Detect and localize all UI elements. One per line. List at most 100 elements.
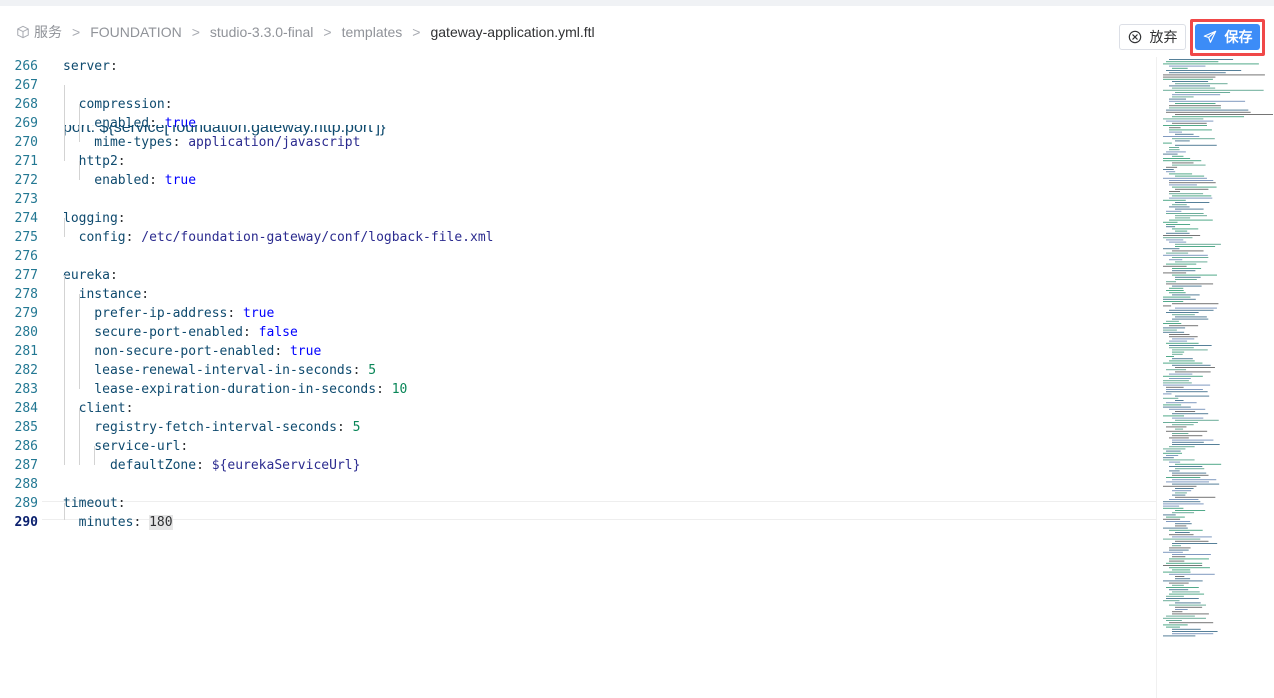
line-number: 287 <box>14 458 38 473</box>
line-number: 278 <box>14 287 38 302</box>
minimap-line <box>1166 481 1209 483</box>
minimap-line <box>1175 279 1197 280</box>
save-button[interactable]: 保存 <box>1195 24 1260 50</box>
minimap-line <box>1166 386 1184 388</box>
minimap-line <box>1172 285 1202 287</box>
line-number: 268 <box>14 97 38 112</box>
line-content: lease-renewal-interval-in-seconds: 5 <box>63 363 377 378</box>
minimap-line <box>1163 551 1183 553</box>
line-number: 266 <box>14 59 38 74</box>
minimap-line <box>1169 582 1189 584</box>
minimap-line <box>1169 593 1205 595</box>
minimap-line <box>1169 589 1189 591</box>
minimap-line <box>1169 197 1213 199</box>
minimap-line <box>1163 600 1180 602</box>
minimap-line <box>1175 307 1217 309</box>
minimap-line <box>1163 272 1187 274</box>
code-line: 275 config: /etc/foundation-gateway/conf… <box>0 228 1156 247</box>
close-circle-icon <box>1128 30 1141 44</box>
minimap-line <box>1169 184 1197 186</box>
minimap-line <box>1169 219 1213 221</box>
minimap-line <box>1166 626 1180 628</box>
minimap-line <box>1169 72 1226 74</box>
minimap-line <box>1163 422 1198 423</box>
discard-button[interactable]: 放弃 <box>1119 24 1186 50</box>
minimap-line <box>1169 173 1193 175</box>
line-content: timeout: <box>63 496 126 511</box>
minimap-line <box>1163 89 1264 91</box>
code-line: 276 <box>0 247 1156 266</box>
minimap-line <box>1166 389 1203 390</box>
code-line: 278 instance: <box>0 285 1156 304</box>
minimap-line <box>1172 164 1206 166</box>
minimap-line <box>1163 265 1187 267</box>
minimap-line <box>1172 250 1204 252</box>
code-line: 279 prefer-ip-address: true <box>0 304 1156 323</box>
minimap-line <box>1172 556 1186 558</box>
minimap-line <box>1172 268 1202 269</box>
minimap-line <box>1169 180 1214 181</box>
indent-guide <box>79 161 80 180</box>
breadcrumb-item-foundation[interactable]: FOUNDATION <box>90 24 182 40</box>
minimap-line <box>1163 415 1185 417</box>
line-content: defaultZone: ${eurekaServiceUrl} <box>63 458 361 473</box>
minimap-line <box>1175 395 1210 397</box>
minimap-line <box>1166 109 1249 111</box>
minimap-line <box>1169 547 1191 549</box>
minimap-line <box>1169 567 1210 569</box>
minimap-line <box>1166 402 1197 404</box>
minimap-line <box>1175 602 1201 604</box>
minimap-line <box>1172 162 1194 164</box>
line-number: 289 <box>14 496 38 511</box>
breadcrumb-item-studio[interactable]: studio-3.3.0-final <box>210 24 314 40</box>
minimap-line <box>1166 598 1199 599</box>
code-line: 271 http2: <box>0 152 1156 171</box>
breadcrumb-item-service[interactable]: 服务 <box>34 22 62 42</box>
line-content: server: <box>63 59 118 74</box>
minimap-line <box>1163 78 1213 80</box>
minimap-line <box>1169 129 1212 131</box>
line-content: instance: <box>63 287 150 302</box>
minimap-line <box>1175 188 1209 190</box>
line-number: 290 <box>14 515 38 530</box>
minimap-line <box>1169 549 1189 551</box>
code-line: 284 client: <box>0 399 1156 418</box>
line-number: 277 <box>14 268 38 283</box>
minimap-line <box>1163 501 1201 503</box>
line-content: eureka: <box>63 268 118 283</box>
minimap-line <box>1172 155 1184 157</box>
minimap-line <box>1172 122 1207 124</box>
minimap-line <box>1169 206 1190 208</box>
minimap-line <box>1169 100 1246 102</box>
indent-guide <box>64 218 65 237</box>
minimap-line <box>1172 96 1194 98</box>
line-number: 288 <box>14 477 38 492</box>
line-content: config: /etc/foundation-gateway/conf/log… <box>63 230 494 245</box>
minimap-line <box>1172 413 1209 415</box>
minimap-line <box>1175 609 1188 610</box>
code-minimap[interactable] <box>1156 57 1274 698</box>
breadcrumb-item-templates[interactable]: templates <box>342 24 403 40</box>
minimap-line <box>1166 263 1197 265</box>
minimap-line <box>1175 606 1203 608</box>
minimap-line <box>1169 340 1188 342</box>
line-number: 283 <box>14 382 38 397</box>
minimap-line <box>1175 488 1194 489</box>
minimap-line <box>1169 147 1180 148</box>
minimap-line <box>1172 633 1214 635</box>
minimap-line <box>1175 175 1205 177</box>
minimap-line <box>1166 391 1208 393</box>
minimap-line <box>1175 246 1216 247</box>
line-content: non-secure-port-enabled: true <box>63 344 322 359</box>
minimap-line <box>1175 114 1273 115</box>
minimap-line <box>1166 281 1177 283</box>
minimap-line <box>1169 529 1203 531</box>
minimap-line <box>1172 81 1209 82</box>
minimap-line <box>1175 316 1207 318</box>
minimap-line <box>1163 254 1208 256</box>
code-editor[interactable]: 266 server: 267 268 compression: 269 enabled… <box>0 57 1156 698</box>
code-line: 273 <box>0 190 1156 209</box>
minimap-line <box>1172 353 1183 355</box>
minimap-line <box>1172 186 1217 188</box>
minimap-line <box>1163 158 1191 159</box>
